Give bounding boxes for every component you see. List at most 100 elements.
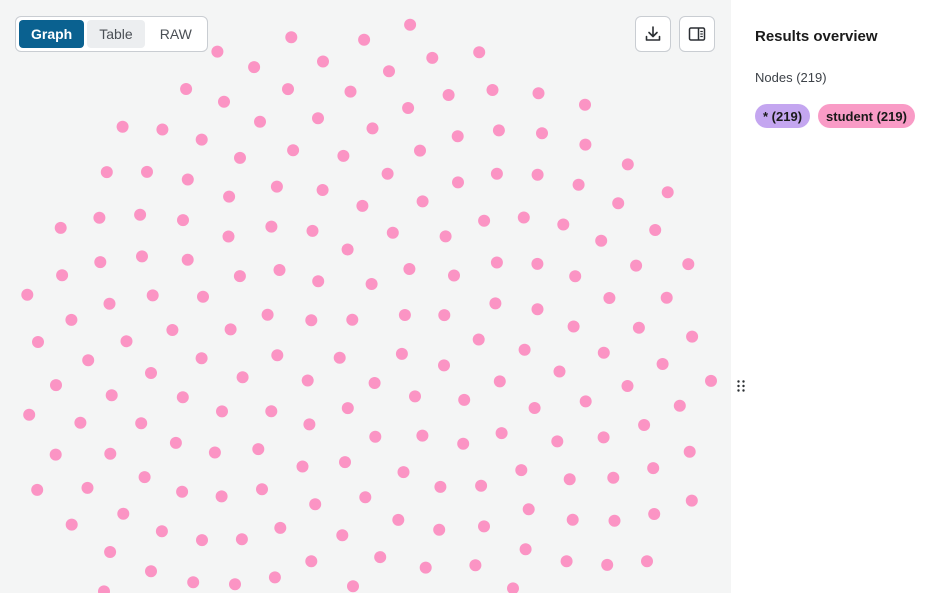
graph-node[interactable] [265, 405, 278, 418]
graph-node[interactable] [312, 275, 325, 288]
graph-node[interactable] [386, 226, 399, 239]
graph-node[interactable] [105, 389, 118, 402]
graph-node[interactable] [235, 533, 248, 546]
graph-node[interactable] [233, 270, 246, 283]
graph-node[interactable] [366, 122, 379, 135]
graph-node[interactable] [254, 115, 266, 128]
graph-node[interactable] [145, 565, 157, 578]
graph-node[interactable] [261, 308, 274, 321]
graph-node[interactable] [648, 508, 661, 520]
graph-node[interactable] [579, 138, 592, 151]
graph-node[interactable] [270, 180, 283, 193]
graph-node[interactable] [490, 167, 503, 180]
graph-node[interactable] [438, 359, 450, 372]
graph-node[interactable] [607, 471, 620, 484]
graph-node[interactable] [316, 184, 329, 196]
graph-node[interactable] [398, 309, 411, 321]
graph-node[interactable] [282, 83, 294, 96]
graph-node[interactable] [54, 221, 67, 234]
graph-node[interactable] [265, 220, 278, 233]
graph-node[interactable] [395, 347, 408, 360]
graph-node[interactable] [685, 494, 698, 507]
graph-node[interactable] [579, 98, 591, 111]
graph-node[interactable] [452, 176, 464, 189]
graph-node[interactable] [595, 234, 608, 247]
graph-node[interactable] [94, 256, 107, 269]
graph-node[interactable] [120, 335, 133, 348]
graph-node[interactable] [187, 576, 200, 589]
graph-node[interactable] [416, 429, 429, 442]
graph-node[interactable] [403, 263, 416, 275]
graph-node[interactable] [195, 352, 208, 365]
graph-node[interactable] [451, 130, 464, 143]
graph-node[interactable] [416, 195, 429, 208]
graph-node[interactable] [515, 464, 528, 477]
graph-node[interactable] [218, 95, 230, 108]
graph-node[interactable] [630, 259, 643, 272]
graph-node[interactable] [612, 197, 625, 210]
graph-node[interactable] [134, 208, 147, 221]
graph-node[interactable] [81, 481, 94, 494]
graph-node[interactable] [457, 437, 470, 450]
graph-node[interactable] [197, 290, 209, 303]
graph-node[interactable] [100, 166, 113, 179]
graph-node[interactable] [368, 377, 381, 389]
graph-node[interactable] [531, 303, 544, 316]
chip-student[interactable]: student (219) [818, 104, 915, 128]
graph-node[interactable] [312, 112, 324, 125]
graph-node[interactable] [166, 324, 179, 336]
graph-node[interactable] [256, 483, 268, 496]
graph-node[interactable] [104, 447, 117, 460]
graph-node[interactable] [116, 120, 129, 133]
graph-node[interactable] [632, 321, 645, 334]
graph-node[interactable] [301, 374, 314, 387]
graph-node[interactable] [566, 513, 579, 526]
graph-view-button[interactable]: Graph [19, 20, 85, 48]
graph-node[interactable] [268, 571, 281, 584]
graph-node[interactable] [597, 346, 610, 359]
graph-node[interactable] [608, 514, 621, 527]
graph-node[interactable] [404, 18, 417, 31]
graph-node[interactable] [23, 408, 36, 421]
graph-node[interactable] [531, 257, 544, 270]
graph-node[interactable] [273, 264, 286, 276]
graph-node[interactable] [177, 214, 189, 227]
graph-node[interactable] [138, 471, 151, 484]
graph-node[interactable] [146, 289, 159, 302]
graph-node[interactable] [271, 349, 284, 362]
graph-node[interactable] [236, 371, 249, 384]
graph-node[interactable] [156, 123, 169, 136]
graph-node[interactable] [181, 253, 194, 266]
graph-node[interactable] [519, 543, 532, 556]
graph-node[interactable] [93, 211, 106, 224]
table-view-button[interactable]: Table [87, 20, 145, 48]
graph-node[interactable] [223, 190, 236, 203]
graph-node[interactable] [180, 83, 193, 95]
graph-node[interactable] [104, 546, 117, 558]
graph-node[interactable] [369, 430, 382, 443]
graph-node[interactable] [252, 443, 265, 456]
graph-node[interactable] [448, 269, 460, 282]
graph-node[interactable] [402, 102, 415, 114]
graph-node[interactable] [32, 336, 44, 348]
graph-node[interactable] [478, 520, 490, 533]
panel-resize-handle[interactable] [736, 378, 746, 394]
graph-node[interactable] [507, 582, 519, 593]
graph-node[interactable] [438, 309, 451, 322]
graph-node[interactable] [686, 330, 699, 343]
graph-node[interactable] [536, 127, 548, 140]
graph-node[interactable] [169, 436, 182, 449]
graph-node[interactable] [439, 230, 452, 243]
graph-node[interactable] [222, 230, 235, 243]
graph-node[interactable] [517, 211, 530, 224]
graph-node[interactable] [303, 418, 316, 431]
graph-node[interactable] [181, 173, 194, 186]
graph-node[interactable] [82, 354, 95, 367]
graph-node[interactable] [661, 186, 674, 199]
graph-node[interactable] [65, 518, 78, 531]
graph-node[interactable] [359, 491, 372, 504]
graph-node[interactable] [414, 144, 426, 157]
graph-node[interactable] [597, 431, 610, 444]
graph-node[interactable] [136, 250, 148, 263]
graph-node[interactable] [531, 168, 544, 181]
